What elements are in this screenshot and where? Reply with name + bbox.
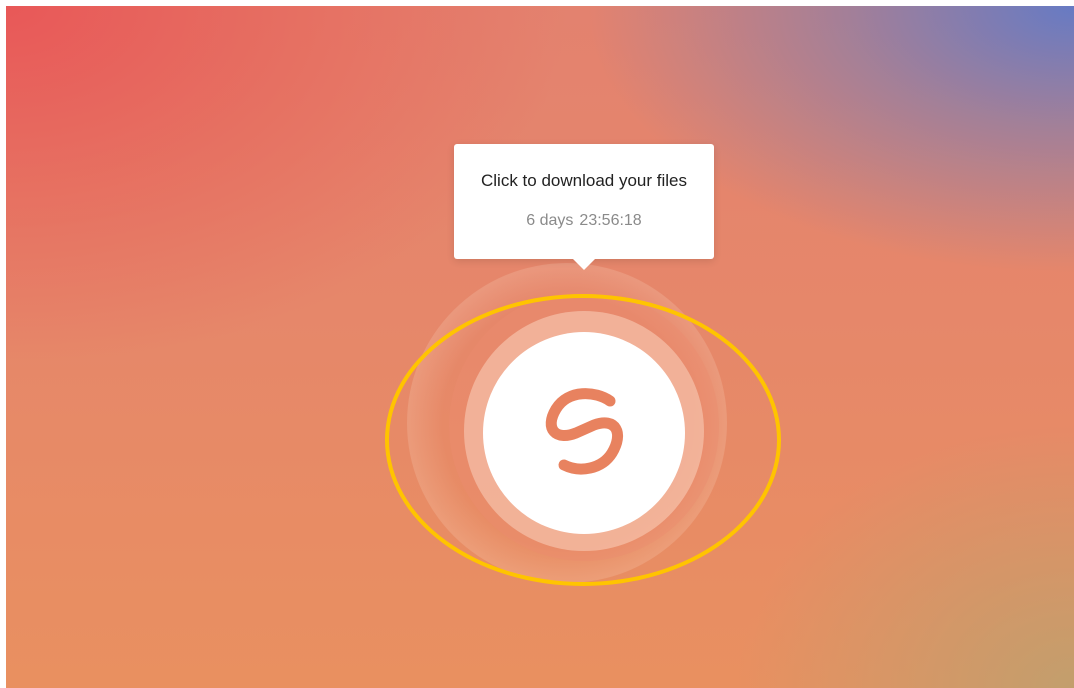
download-button[interactable]	[483, 332, 685, 534]
tooltip-title: Click to download your files	[481, 171, 687, 190]
countdown-days: 6 days	[526, 212, 574, 229]
countdown-time: 23:56:18	[579, 212, 642, 229]
smash-logo-icon	[545, 388, 624, 475]
expiry-countdown: 6 days 23:56:18	[454, 212, 714, 230]
download-page-background: Click to download your files 6 days 23:56…	[6, 6, 1074, 688]
download-tooltip: Click to download your files 6 days 23:56…	[454, 144, 714, 270]
